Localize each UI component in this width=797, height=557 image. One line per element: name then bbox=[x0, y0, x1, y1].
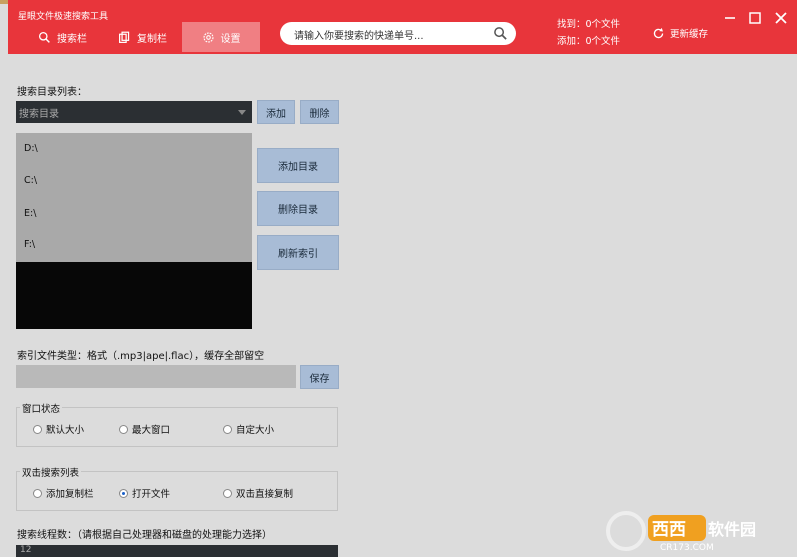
tab-settings[interactable]: 设置 bbox=[182, 22, 260, 52]
dir-select[interactable]: 搜索目录 bbox=[16, 101, 252, 123]
threads-select[interactable]: 12 bbox=[16, 545, 338, 557]
maximize-icon[interactable] bbox=[748, 11, 762, 25]
add-directory-button[interactable]: 添加目录 bbox=[257, 148, 339, 183]
minimize-icon[interactable] bbox=[723, 11, 737, 25]
radio-max-window[interactable]: 最大窗口 bbox=[119, 422, 170, 436]
radio-default-size[interactable]: 默认大小 bbox=[33, 422, 84, 436]
tab-settings-label: 设置 bbox=[220, 33, 241, 45]
delete-button[interactable]: 删除 bbox=[300, 100, 339, 124]
svg-text:西西: 西西 bbox=[652, 520, 686, 540]
dir-select-value: 搜索目录 bbox=[19, 109, 59, 120]
radio-add-copy-bar[interactable]: 添加复制栏 bbox=[33, 486, 94, 500]
radio-circle bbox=[223, 488, 232, 498]
directory-list[interactable]: D:\ C:\ E:\ F:\ bbox=[16, 133, 252, 329]
radio-label: 双击直接复制 bbox=[236, 489, 294, 500]
radio-custom-size[interactable]: 自定大小 bbox=[223, 422, 274, 436]
found-count: 找到：0个文件 bbox=[557, 19, 621, 30]
copy-icon bbox=[119, 31, 130, 43]
close-icon[interactable] bbox=[774, 11, 788, 25]
refresh-index-button[interactable]: 刷新索引 bbox=[257, 235, 339, 270]
chevron-down-icon bbox=[238, 110, 246, 115]
dir-list-label: 搜索目录列表： bbox=[17, 87, 87, 98]
app-header: 星眼文件极速搜索工具 搜索栏 复制栏 设置 请输入你要搜索的快递单号... 找到… bbox=[8, 0, 797, 54]
radio-open-file[interactable]: 打开文件 bbox=[119, 486, 170, 500]
radio-circle bbox=[223, 424, 232, 434]
double-click-title: 双击搜索列表 bbox=[20, 465, 82, 479]
double-click-group: 双击搜索列表 添加复制栏 打开文件 双击直接复制 bbox=[16, 465, 338, 511]
radio-label: 打开文件 bbox=[132, 489, 171, 500]
list-item[interactable]: C:\ bbox=[24, 175, 37, 186]
svg-text:软件园: 软件园 bbox=[708, 520, 756, 539]
list-item[interactable]: D:\ bbox=[24, 143, 38, 154]
radio-label: 自定大小 bbox=[236, 425, 275, 436]
window-state-group: 窗口状态 默认大小 最大窗口 自定大小 bbox=[16, 401, 338, 447]
search-placeholder[interactable]: 请输入你要搜索的快递单号... bbox=[294, 27, 424, 42]
refresh-cache-button[interactable]: 更新缓存 bbox=[652, 26, 708, 40]
delete-directory-button[interactable]: 删除目录 bbox=[257, 191, 339, 226]
list-item[interactable]: E:\ bbox=[24, 208, 36, 219]
radio-direct-copy[interactable]: 双击直接复制 bbox=[223, 486, 293, 500]
threads-label: 搜索线程数：（请根据自己处理器和磁盘的处理能力选择） bbox=[17, 530, 272, 541]
refresh-icon bbox=[653, 27, 664, 38]
svg-text:CR173.COM: CR173.COM bbox=[660, 543, 714, 553]
directory-list-items: D:\ C:\ E:\ F:\ bbox=[16, 133, 252, 262]
list-item[interactable]: F:\ bbox=[24, 239, 35, 250]
add-button[interactable]: 添加 bbox=[257, 100, 295, 124]
window-state-title: 窗口状态 bbox=[20, 401, 63, 415]
tab-search[interactable]: 搜索栏 bbox=[38, 22, 87, 52]
added-count: 添加：0个文件 bbox=[557, 36, 621, 47]
gear-icon bbox=[202, 31, 214, 43]
radio-circle bbox=[119, 424, 128, 434]
radio-circle bbox=[33, 424, 42, 434]
search-icon bbox=[38, 31, 50, 43]
tab-copy[interactable]: 复制栏 bbox=[118, 22, 167, 52]
window-title: 星眼文件极速搜索工具 bbox=[18, 12, 109, 22]
search-box[interactable]: 请输入你要搜索的快递单号... bbox=[280, 22, 516, 45]
file-type-label: 索引文件类型：格式（.mp3|ape|.flac），缓存全部留空 bbox=[17, 351, 265, 362]
tab-copy-label: 复制栏 bbox=[137, 33, 167, 45]
file-type-input[interactable] bbox=[16, 365, 296, 388]
radio-label: 默认大小 bbox=[46, 425, 85, 436]
save-button[interactable]: 保存 bbox=[300, 365, 339, 389]
radio-label: 最大窗口 bbox=[132, 425, 171, 436]
watermark-logo: 西西 软件园 CR173.COM bbox=[600, 505, 790, 553]
search-icon[interactable] bbox=[493, 26, 508, 41]
radio-circle bbox=[33, 488, 42, 498]
refresh-cache-label: 更新缓存 bbox=[670, 29, 709, 40]
radio-label: 添加复制栏 bbox=[46, 489, 94, 500]
tab-search-label: 搜索栏 bbox=[57, 33, 87, 45]
radio-circle-selected bbox=[119, 488, 128, 498]
